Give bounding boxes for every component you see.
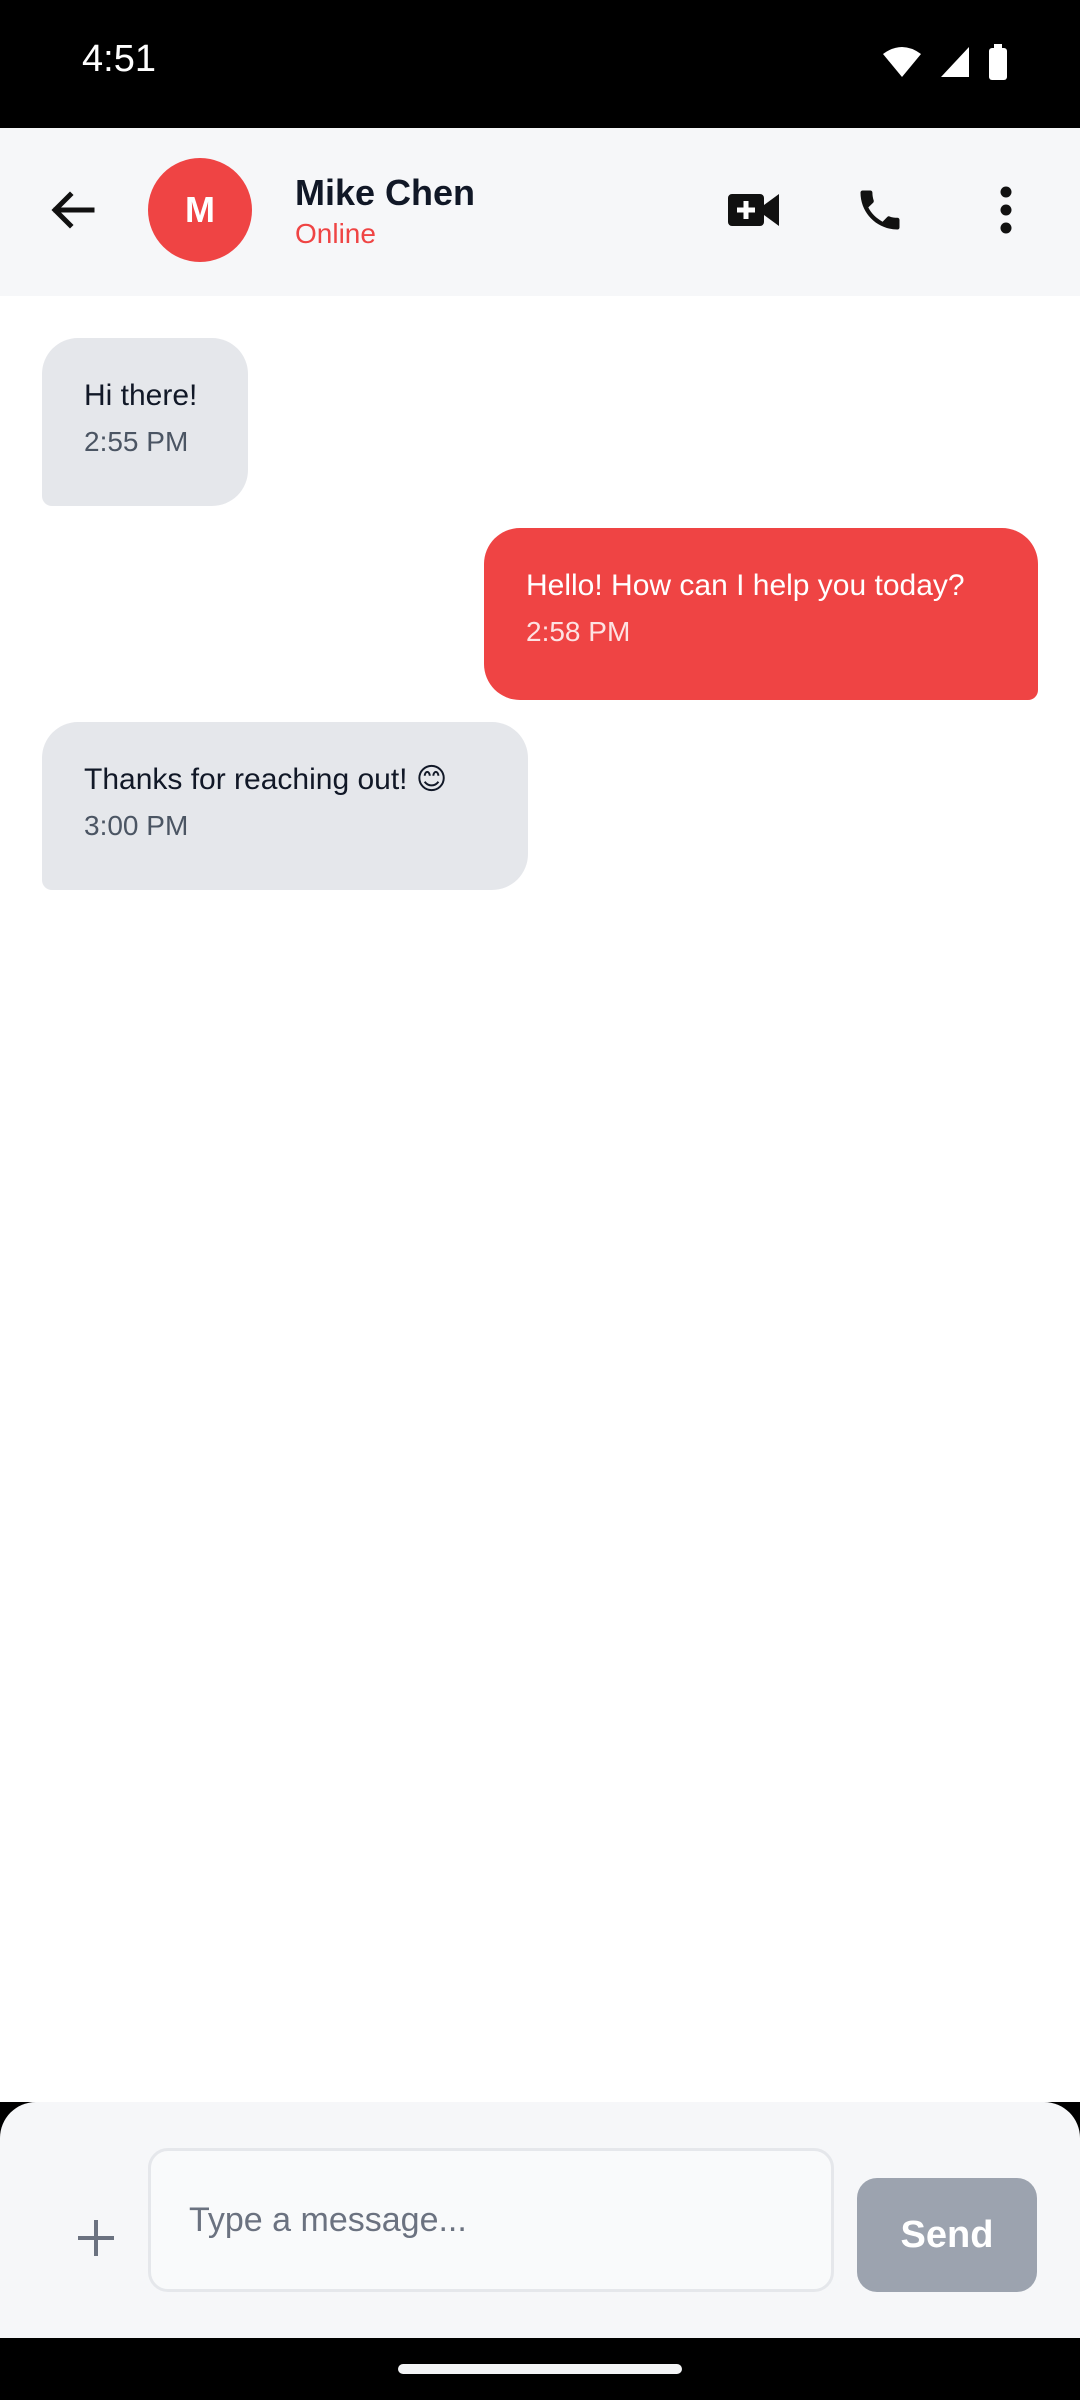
video-call-icon xyxy=(727,190,781,235)
phone-icon xyxy=(854,184,906,241)
message-time: 2:55 PM xyxy=(84,426,189,457)
chat-header: M Mike Chen Online xyxy=(0,128,1080,296)
message-time: 2:58 PM xyxy=(526,616,631,647)
arrow-left-icon xyxy=(48,186,96,239)
more-options-button[interactable] xyxy=(970,176,1042,248)
avatar[interactable]: M xyxy=(148,158,252,262)
contact-status: Online xyxy=(295,218,376,249)
message-list[interactable]: Hi there! 2:55 PM Hello! How can I help … xyxy=(0,296,1080,2102)
back-button[interactable] xyxy=(40,180,104,244)
message-bubble-incoming[interactable]: Thanks for reaching out! 😊 3:00 PM xyxy=(42,722,528,890)
status-bar: 4:51 xyxy=(0,0,1080,128)
phone-call-button[interactable] xyxy=(844,176,916,248)
more-vert-icon xyxy=(999,186,1013,239)
message-input[interactable] xyxy=(148,2148,834,2292)
video-call-button[interactable] xyxy=(718,176,790,248)
message-text: Hi there! xyxy=(84,379,198,412)
signal-icon xyxy=(940,46,970,83)
battery-icon xyxy=(988,44,1008,85)
contact-name[interactable]: Mike Chen xyxy=(295,172,475,214)
plus-icon xyxy=(76,2218,116,2263)
status-icons xyxy=(882,44,1008,85)
home-handle[interactable] xyxy=(398,2364,682,2374)
message-bubble-outgoing[interactable]: Hello! How can I help you today? 2:58 PM xyxy=(484,528,1038,700)
wifi-icon xyxy=(882,46,922,83)
attach-button[interactable] xyxy=(66,2210,126,2270)
send-button[interactable]: Send xyxy=(857,2178,1037,2292)
chat-screen: 4:51 M Mike Chen Online Hi there! 2:55 P… xyxy=(0,0,1080,2400)
message-bubble-incoming[interactable]: Hi there! 2:55 PM xyxy=(42,338,248,506)
message-composer: Send xyxy=(0,2102,1080,2338)
message-time: 3:00 PM xyxy=(84,810,189,841)
system-nav-bar xyxy=(0,2338,1080,2400)
message-text: Hello! How can I help you today? xyxy=(526,569,965,602)
status-time: 4:51 xyxy=(82,38,156,80)
message-text: Thanks for reaching out! 😊 xyxy=(84,763,448,796)
